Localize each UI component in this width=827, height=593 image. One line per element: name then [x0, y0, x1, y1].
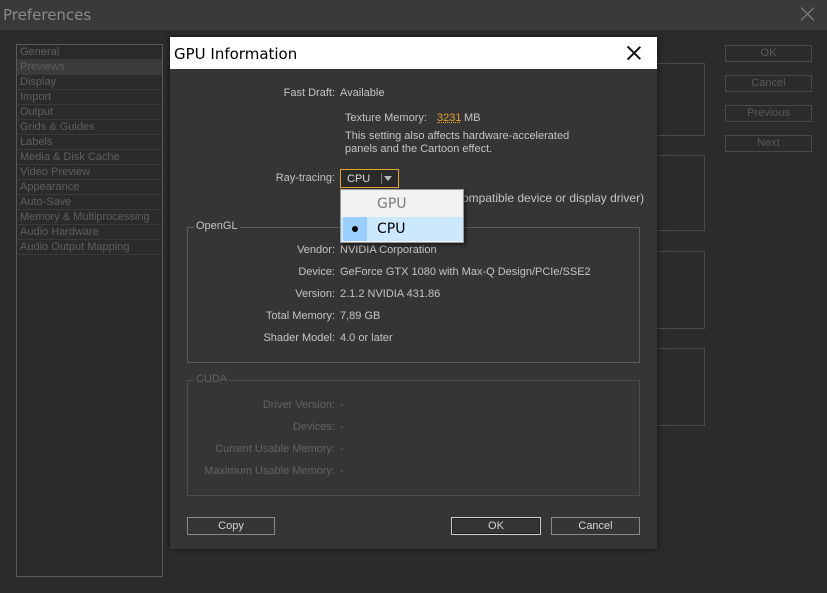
category-audio-output-mapping[interactable]: Audio Output Mapping [17, 240, 162, 255]
ray-tracing-option-gpu[interactable]: GPU [341, 192, 463, 216]
dialog-titlebar: GPU Information [170, 37, 657, 69]
close-icon[interactable] [799, 5, 817, 23]
ray-tracing-selected-value: CPU [347, 173, 371, 185]
opengl-group-title: OpenGL [194, 220, 240, 232]
category-auto-save[interactable]: Auto-Save [17, 195, 162, 210]
texture-memory-label: Texture Memory: [345, 112, 427, 124]
opengl-device-label: Device: [298, 266, 335, 278]
fast-draft-value: Available [340, 87, 385, 99]
category-audio-hardware[interactable]: Audio Hardware [17, 225, 162, 240]
opengl-vendor-label: Vendor: [297, 244, 335, 256]
cuda-current-usable-memory-value: - [340, 443, 344, 455]
ray-tracing-dropdown-list: GPU CPU [340, 189, 464, 243]
preferences-next-button[interactable]: Next [725, 135, 812, 152]
option-label: CPU [377, 221, 406, 237]
opengl-total-memory-label: Total Memory: [265, 310, 335, 322]
cuda-current-usable-memory-label: Current Usable Memory: [215, 443, 335, 455]
preferences-ok-button[interactable]: OK [725, 45, 812, 62]
category-appearance[interactable]: Appearance [17, 180, 162, 195]
texture-memory-input[interactable]: 3231 [437, 112, 461, 124]
close-icon[interactable] [625, 44, 643, 62]
cuda-devices-value: - [340, 421, 344, 433]
ray-tracing-option-cpu[interactable]: CPU [341, 217, 463, 241]
dialog-title: GPU Information [174, 45, 298, 63]
ray-tracing-note: ompatible device or display driver) [462, 191, 645, 205]
preferences-cancel-button[interactable]: Cancel [725, 75, 812, 92]
cuda-maximum-usable-memory-value: - [340, 465, 344, 477]
preferences-panel-box [656, 251, 705, 329]
cuda-driver-version-label: Driver Version: [262, 399, 335, 411]
preferences-panel-box [656, 348, 705, 426]
preferences-previous-button[interactable]: Previous [725, 105, 812, 122]
category-labels[interactable]: Labels [17, 135, 162, 150]
ray-tracing-label: Ray-tracing: [275, 172, 335, 184]
opengl-version-label: Version: [295, 288, 335, 300]
category-grids-guides[interactable]: Grids & Guides [17, 120, 162, 135]
preferences-title: Preferences [3, 6, 92, 24]
opengl-vendor-value: NVIDIA Corporation [340, 244, 437, 256]
category-display[interactable]: Display [17, 75, 162, 90]
opengl-device-value: GeForce GTX 1080 with Max-Q Design/PCIe/… [340, 266, 591, 278]
select-divider [381, 173, 382, 184]
texture-memory-note-line2: panels and the Cartoon effect. [345, 143, 493, 155]
opengl-shader-model-label: Shader Model: [263, 332, 335, 344]
option-label: GPU [377, 196, 407, 212]
cuda-devices-label: Devices: [292, 421, 335, 433]
cuda-group-title: CUDA [194, 373, 230, 385]
texture-memory-unit: MB [464, 112, 481, 124]
copy-button[interactable]: Copy [187, 517, 275, 535]
preferences-panel-box [656, 155, 705, 231]
category-previews[interactable]: Previews [17, 60, 162, 75]
category-memory-multiprocessing[interactable]: Memory & Multiprocessing [17, 210, 162, 225]
opengl-shader-model-value: 4.0 or later [340, 332, 393, 344]
category-media-disk-cache[interactable]: Media & Disk Cache [17, 150, 162, 165]
preferences-titlebar: Preferences [0, 0, 827, 30]
preferences-category-list: General Previews Display Import Output G… [16, 44, 163, 577]
chevron-down-icon [384, 176, 392, 181]
ok-button[interactable]: OK [451, 517, 541, 535]
cuda-group: CUDA [187, 373, 640, 496]
cuda-maximum-usable-memory-label: Maximum Usable Memory: [204, 465, 335, 477]
opengl-total-memory-value: 7,89 GB [340, 310, 381, 322]
gpu-information-dialog: GPU Information Fast Draft: Available Te… [170, 37, 657, 549]
category-output[interactable]: Output [17, 105, 162, 120]
category-video-preview[interactable]: Video Preview [17, 165, 162, 180]
category-general[interactable]: General [17, 45, 162, 60]
fast-draft-label: Fast Draft: [283, 87, 335, 99]
selected-dot-icon [343, 217, 367, 241]
ray-tracing-select[interactable]: CPU [340, 169, 399, 188]
opengl-version-value: 2.1.2 NVIDIA 431.86 [340, 288, 441, 300]
cancel-button[interactable]: Cancel [551, 517, 640, 535]
texture-memory-note-line1: This setting also affects hardware-accel… [345, 130, 570, 142]
preferences-panel-box [656, 63, 705, 136]
cuda-driver-version-value: - [340, 399, 344, 411]
category-import[interactable]: Import [17, 90, 162, 105]
